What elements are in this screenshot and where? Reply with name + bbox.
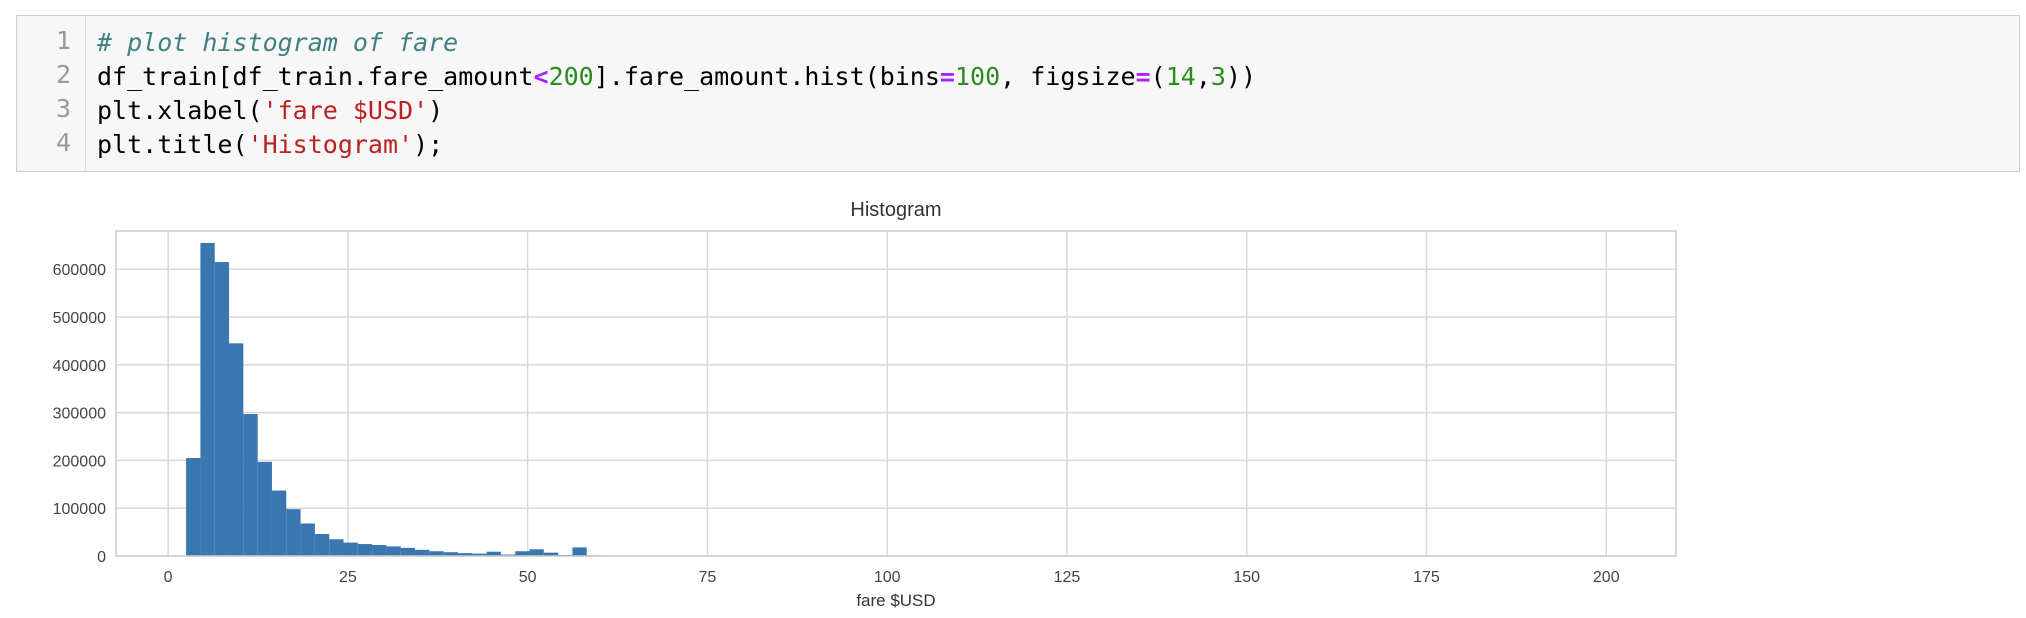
code-token: plt.title(	[97, 130, 248, 159]
code-token: (	[1150, 62, 1166, 91]
code-token: <	[533, 62, 549, 91]
line-number: 3	[55, 94, 71, 123]
code-token: 3	[1210, 62, 1226, 91]
y-tick-label: 0	[97, 549, 106, 566]
code-token: ,	[1195, 62, 1211, 91]
histogram-bar	[357, 544, 373, 556]
x-tick-label: 0	[164, 569, 173, 586]
histogram-bar	[572, 547, 587, 556]
histogram-bar	[229, 343, 244, 556]
line-number: 1	[55, 26, 71, 55]
x-tick-label: 75	[699, 569, 717, 586]
x-tick-label: 25	[339, 569, 357, 586]
code-token: plt.xlabel(	[97, 96, 263, 125]
code-token: =	[1135, 62, 1151, 91]
code-token: 200	[548, 62, 594, 91]
x-tick-label: 50	[519, 569, 537, 586]
line-number: 4	[55, 128, 71, 157]
code-token: 'Histogram'	[247, 130, 414, 159]
y-tick-label: 500000	[53, 310, 106, 327]
code-editor[interactable]: # plot histogram of fare df_train[df_trai…	[97, 26, 1256, 162]
histogram-bar	[372, 545, 387, 556]
chart-title: Histogram	[850, 199, 941, 221]
code-token: ].fare_amount.hist(bins	[593, 62, 940, 91]
x-tick-label: 200	[1593, 569, 1620, 586]
histogram-bar	[271, 490, 287, 556]
histogram-bar	[186, 458, 201, 556]
histogram-bar	[286, 509, 301, 556]
histogram-bar	[400, 547, 416, 556]
histogram-bar	[415, 549, 430, 556]
x-tick-label: 100	[874, 569, 901, 586]
code-token: # plot histogram of fare	[97, 28, 459, 57]
code-line: # plot histogram of fare	[97, 26, 1256, 60]
histogram-chart: 0 25 50 75 100 125 150 175 200 0 100000 200000 30000…	[53, 199, 1677, 610]
code-line: df_train[df_train.fare_amount<200].fare_…	[97, 60, 1256, 94]
y-tick-label: 200000	[53, 453, 106, 470]
histogram-bar	[257, 461, 272, 556]
code-token: ))	[1225, 62, 1257, 91]
histogram-bar	[529, 549, 544, 556]
histogram-bar	[300, 523, 315, 556]
histogram-bar	[214, 262, 230, 556]
code-token: 100	[954, 62, 1001, 91]
code-token: df_train[df_train.fare_amount	[97, 62, 534, 91]
histogram-bar	[314, 534, 330, 556]
code-token: 14	[1165, 62, 1196, 91]
code-line: plt.xlabel('fare $USD')	[97, 94, 1256, 128]
histogram-bar	[386, 546, 401, 556]
histogram-bar	[343, 542, 358, 556]
y-tick-label: 400000	[53, 358, 106, 375]
x-axis-label: fare $USD	[856, 591, 935, 610]
x-tick-label: 175	[1413, 569, 1440, 586]
histogram-bar	[200, 242, 215, 556]
code-cell[interactable]: 1 2 3 4 # plot histogram of fare df_train…	[16, 15, 2020, 172]
code-token: , figsize	[1000, 62, 1136, 91]
y-tick-label: 100000	[53, 501, 106, 518]
code-token: 'fare $USD'	[262, 96, 429, 125]
line-number: 2	[55, 60, 71, 89]
code-token: =	[939, 62, 955, 91]
code-token: )	[428, 96, 444, 125]
x-tick-label: 150	[1233, 569, 1260, 586]
x-tick-label: 125	[1054, 569, 1081, 586]
histogram-bar	[329, 539, 344, 556]
code-token: );	[413, 130, 444, 159]
y-tick-label: 300000	[53, 406, 106, 423]
y-tick-label: 600000	[53, 262, 106, 279]
histogram-bar	[243, 414, 258, 556]
code-line: plt.title('Histogram');	[97, 128, 1256, 162]
plot-area	[116, 231, 1676, 556]
line-number-gutter: 1 2 3 4	[17, 16, 86, 171]
